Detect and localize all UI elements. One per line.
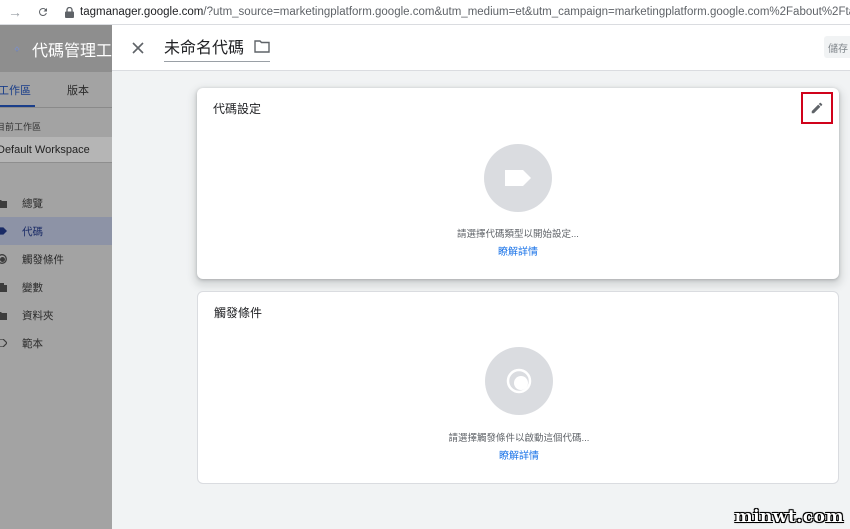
address-bar-url[interactable]: tagmanager.google.com/?utm_source=market…	[80, 6, 850, 18]
url-path: /?utm_source=marketingplatform.google.co…	[203, 6, 850, 18]
sidebar-item-triggers[interactable]: 觸發條件	[0, 245, 112, 273]
browser-bar: → tagmanager.google.com/?utm_source=mark…	[0, 0, 850, 25]
tag-icon	[505, 170, 531, 186]
tag-learn-more-link[interactable]: 瞭解詳情	[197, 243, 839, 258]
workspace-selector[interactable]: Default Workspace	[0, 137, 112, 163]
trigger-hint-text: 請選擇觸發條件以啟動這個代碼...	[448, 433, 590, 444]
sidebar-item-label: 變數	[22, 281, 43, 294]
folder-icon	[0, 198, 7, 208]
sidebar-item-overview[interactable]: 總覽	[0, 189, 112, 217]
url-host: tagmanager.google.com	[80, 6, 204, 18]
edit-button[interactable]	[801, 92, 833, 124]
tab-workspace[interactable]: 工作區	[0, 82, 35, 107]
sidebar: 代碼管理工 工作區 版本 目前工作區 Default Workspace 總覽 …	[0, 25, 112, 529]
app-title: 代碼管理工	[31, 42, 112, 60]
sidebar-item-label: 觸發條件	[22, 253, 64, 266]
sidebar-tabs: 工作區 版本	[0, 72, 112, 108]
tag-name-field[interactable]: 未命名代碼	[164, 34, 271, 62]
sidebar-item-label: 範本	[22, 337, 43, 350]
back-arrow-icon[interactable]: →	[4, 1, 26, 23]
tag-type-placeholder[interactable]	[484, 144, 552, 212]
tag-configuration-title: 代碼設定	[213, 102, 262, 116]
trigger-icon	[0, 254, 7, 264]
panel-header: 未命名代碼 儲存	[112, 25, 850, 71]
sidebar-nav: 總覽 代碼 觸發條件 變數 資料夾 範本	[0, 189, 112, 357]
watermark: minwt.com	[734, 507, 844, 527]
sidebar-item-variables[interactable]: 變數	[0, 273, 112, 301]
tag-hint-text: 請選擇代碼類型以開始設定...	[457, 229, 579, 240]
template-icon	[0, 338, 7, 348]
sidebar-item-label: 資料夾	[22, 309, 54, 322]
sidebar-item-folders[interactable]: 資料夾	[0, 301, 112, 329]
sidebar-item-label: 總覽	[22, 197, 43, 210]
lock-icon	[64, 6, 74, 18]
folder-icon	[0, 310, 7, 320]
trigger-learn-more-link[interactable]: 瞭解詳情	[198, 447, 840, 462]
triggering-title: 觸發條件	[214, 306, 263, 320]
trigger-icon	[506, 368, 532, 394]
sidebar-item-tags[interactable]: 代碼	[0, 217, 112, 245]
panel-title: 未命名代碼	[164, 39, 245, 57]
triggering-card[interactable]: 觸發條件 請選擇觸發條件以啟動這個代碼... 瞭解詳情	[197, 291, 839, 484]
sidebar-header: 代碼管理工	[0, 25, 112, 72]
tag-icon	[0, 226, 7, 236]
pencil-icon	[811, 102, 823, 114]
close-icon[interactable]	[128, 38, 148, 58]
trigger-placeholder[interactable]	[485, 347, 553, 415]
tab-versions[interactable]: 版本	[67, 82, 89, 107]
sidebar-item-templates[interactable]: 範本	[0, 329, 112, 357]
reload-icon[interactable]	[32, 1, 54, 23]
sidebar-item-label: 代碼	[22, 225, 43, 238]
folder-icon[interactable]	[254, 39, 270, 53]
tag-configuration-card[interactable]: 代碼設定 請選擇代碼類型以開始設定... 瞭解詳情	[197, 88, 839, 279]
workspace-label: 目前工作區	[0, 122, 42, 132]
save-button[interactable]: 儲存	[824, 36, 850, 58]
variables-icon	[0, 282, 7, 292]
tag-editor-panel: 未命名代碼 儲存 代碼設定 請選擇代碼類型以開始設定... 瞭解詳情 觸發條件 …	[112, 25, 850, 529]
gtm-logo-icon	[14, 45, 20, 52]
